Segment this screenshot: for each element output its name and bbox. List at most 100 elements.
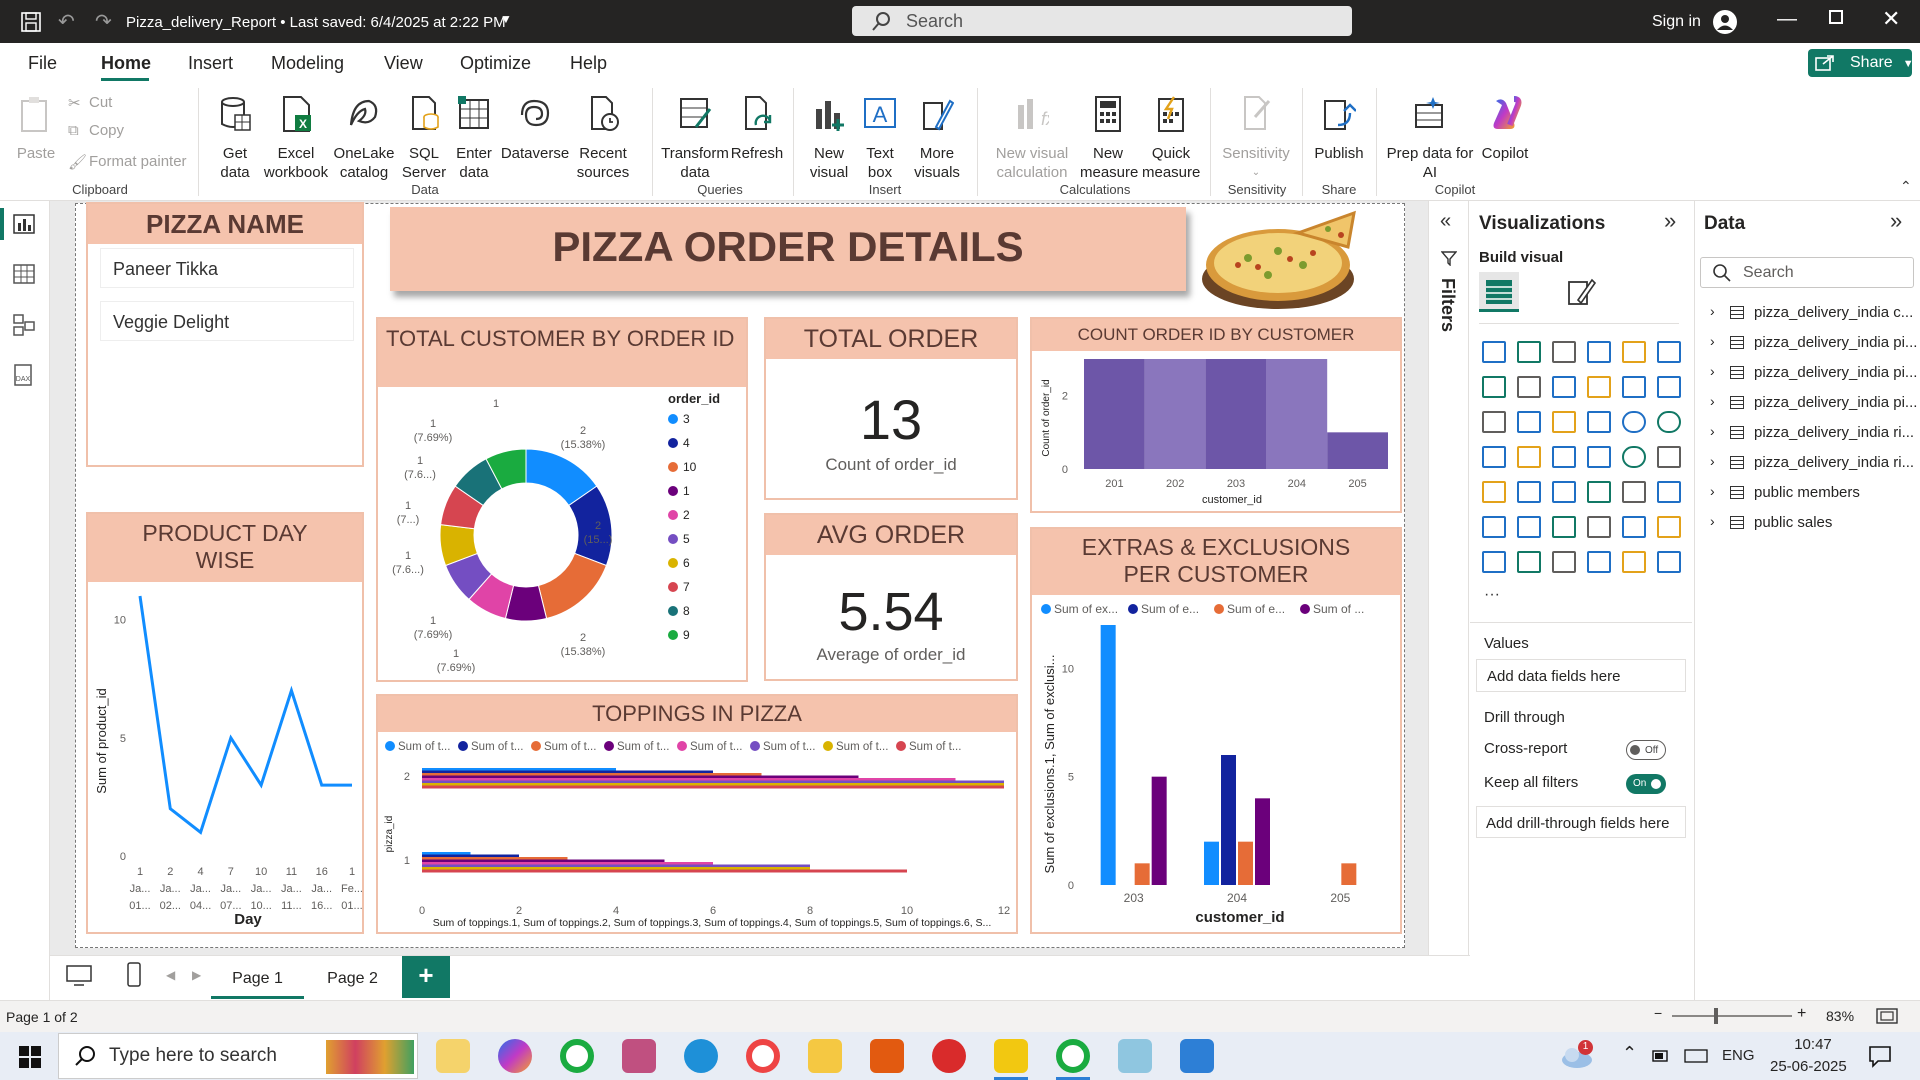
sensitivity-button[interactable]: Sensitivity ⌄ (1218, 95, 1294, 182)
map-icon[interactable] (1517, 446, 1541, 468)
chrome-taskbar-icon[interactable] (1056, 1039, 1090, 1073)
text-box-button[interactable]: A Text box (858, 95, 902, 182)
paint-taskbar-icon[interactable] (622, 1039, 656, 1073)
data-table-item[interactable]: › pizza_delivery_india c... (1708, 303, 1913, 327)
azure-map-icon[interactable] (1587, 446, 1611, 468)
card-icon[interactable] (1657, 446, 1681, 468)
stacked-bar-icon[interactable] (1482, 341, 1506, 363)
gauge-icon[interactable] (1622, 446, 1646, 468)
r-visual-icon[interactable] (1657, 481, 1681, 503)
copy-button[interactable]: Copy (89, 122, 124, 139)
power-apps-icon[interactable] (1517, 551, 1541, 573)
data-table-item[interactable]: › pizza_delivery_india pi... (1708, 333, 1917, 357)
menu-insert[interactable]: Insert (188, 53, 233, 74)
photos-taskbar-icon[interactable] (1180, 1039, 1214, 1073)
recent-sources-button[interactable]: Recent sources (568, 95, 638, 182)
goals-icon[interactable] (1657, 516, 1681, 538)
page-tab-2[interactable]: Page 2 (306, 956, 399, 999)
kpi-icon[interactable] (1517, 481, 1541, 503)
account-icon[interactable] (1712, 9, 1738, 35)
stacked-area-icon[interactable] (1552, 376, 1576, 398)
zoom-slider[interactable] (1672, 1015, 1792, 1017)
chevron-right-icon[interactable]: › (1710, 513, 1715, 529)
close-icon[interactable]: ✕ (1882, 6, 1900, 32)
zoom-out-icon[interactable]: − (1654, 1005, 1662, 1021)
redo-icon[interactable]: ↷ (95, 9, 112, 34)
copilot-taskbar-icon[interactable] (498, 1039, 532, 1073)
data-table-item[interactable]: › pizza_delivery_india pi... (1708, 393, 1917, 417)
sublime-taskbar-icon[interactable] (870, 1039, 904, 1073)
pizza-name-slicer[interactable]: PIZZA NAME Paneer Tikka Veggie Delight (86, 202, 364, 467)
excel-workbook-button[interactable]: X Excel workbook (262, 95, 330, 182)
mobile-layout-icon[interactable] (126, 962, 142, 988)
maximize-icon[interactable] (1829, 10, 1843, 24)
fit-page-icon[interactable] (1876, 1008, 1898, 1024)
chevron-right-icon[interactable]: › (1710, 333, 1715, 349)
qa-icon[interactable] (1587, 516, 1611, 538)
dax-query-view-icon[interactable]: DAX (13, 364, 35, 386)
menu-file[interactable]: File (28, 53, 57, 74)
next-page-icon[interactable]: ▶ (192, 968, 201, 982)
copilot-button[interactable]: Copilot (1478, 95, 1532, 163)
transform-data-button[interactable]: Transform data (660, 95, 730, 182)
table-view-icon[interactable] (13, 264, 35, 284)
notepad-taskbar-icon[interactable] (1118, 1039, 1152, 1073)
document-title[interactable]: Pizza_delivery_Report • Last saved: 6/4/… (126, 14, 506, 31)
scatter-icon[interactable] (1587, 411, 1611, 433)
data-table-item[interactable]: › pizza_delivery_india ri... (1708, 453, 1914, 477)
signin-link[interactable]: Sign in (1652, 13, 1701, 31)
100-bar-icon[interactable] (1622, 341, 1646, 363)
table-icon[interactable] (1587, 481, 1611, 503)
chevron-right-icon[interactable]: › (1710, 393, 1715, 409)
product-day-wise-chart[interactable]: PRODUCT DAY WISE 0 5 10 1 Ja... 01... 2 Ja... 0… (86, 512, 364, 934)
model-view-icon[interactable] (13, 314, 35, 336)
add-drill-through-well[interactable]: Add drill-through fields here (1476, 806, 1686, 838)
slicer-icon[interactable] (1552, 481, 1576, 503)
battery-icon[interactable] (1652, 1048, 1670, 1064)
chevron-down-icon[interactable]: ▼ (500, 12, 512, 26)
chevron-right-icon[interactable]: › (1710, 423, 1715, 439)
quick-measure-button[interactable]: Quick measure (1142, 95, 1200, 182)
chevron-right-icon[interactable]: › (1710, 303, 1715, 319)
multi-row-card-icon[interactable] (1482, 481, 1506, 503)
filters-label[interactable]: Filters (1437, 278, 1458, 332)
cut-button[interactable]: Cut (89, 94, 112, 111)
menu-home[interactable]: Home (101, 53, 151, 74)
100-column-icon[interactable] (1657, 341, 1681, 363)
powerbi-taskbar-icon[interactable] (994, 1039, 1028, 1073)
slicer-item[interactable]: Veggie Delight (100, 301, 354, 341)
python-visual-icon[interactable] (1482, 516, 1506, 538)
area-chart-icon[interactable] (1517, 376, 1541, 398)
line-column-icon[interactable] (1622, 376, 1646, 398)
extras-exclusions-chart[interactable]: EXTRAS & EXCLUSIONS PER CUSTOMER Sum of … (1030, 527, 1402, 934)
new-measure-button[interactable]: New measure (1080, 95, 1138, 182)
ribbon-chart-icon[interactable] (1482, 411, 1506, 433)
key-influencers-icon[interactable] (1517, 516, 1541, 538)
line-chart-icon[interactable] (1482, 376, 1506, 398)
enter-data-button[interactable]: Enter data (450, 95, 498, 182)
prep-data-ai-button[interactable]: Prep data for AI (1386, 95, 1474, 182)
menu-help[interactable]: Help (570, 53, 607, 74)
prev-page-icon[interactable]: ◀ (166, 968, 175, 982)
taskbar-app-icon[interactable] (436, 1039, 470, 1073)
menu-modeling[interactable]: Modeling (271, 53, 344, 74)
zoom-in-icon[interactable]: + (1797, 1005, 1806, 1023)
total-order-card[interactable]: TOTAL ORDER 13 Count of order_id (764, 317, 1018, 500)
wps-taskbar-icon[interactable] (932, 1039, 966, 1073)
decomposition-tree-icon[interactable] (1552, 516, 1576, 538)
donut-chart[interactable]: TOTAL CUSTOMER BY ORDER ID 2 (15.38%) 2 (15… (376, 317, 748, 682)
more-visuals-ellipsis-icon[interactable]: ··· (1484, 586, 1500, 604)
edge-taskbar-icon[interactable] (684, 1039, 718, 1073)
paginated-report-icon[interactable] (1482, 551, 1506, 573)
format-visual-icon[interactable] (1566, 276, 1596, 308)
add-page-button[interactable]: + (402, 956, 450, 998)
paste-button[interactable]: Paste (14, 95, 58, 163)
chevron-right-icon[interactable]: › (1710, 363, 1715, 379)
dataverse-button[interactable]: Dataverse (500, 95, 570, 163)
new-visual-button[interactable]: New visual (806, 95, 852, 182)
windows-start-icon[interactable] (18, 1045, 42, 1069)
100-area-icon[interactable] (1587, 376, 1611, 398)
collapse-filters-icon[interactable]: « (1440, 210, 1451, 233)
data-table-item[interactable]: › pizza_delivery_india ri... (1708, 423, 1914, 447)
toppings-chart[interactable]: TOPPINGS IN PIZZA Sum of t... Sum of t...… (376, 694, 1018, 934)
